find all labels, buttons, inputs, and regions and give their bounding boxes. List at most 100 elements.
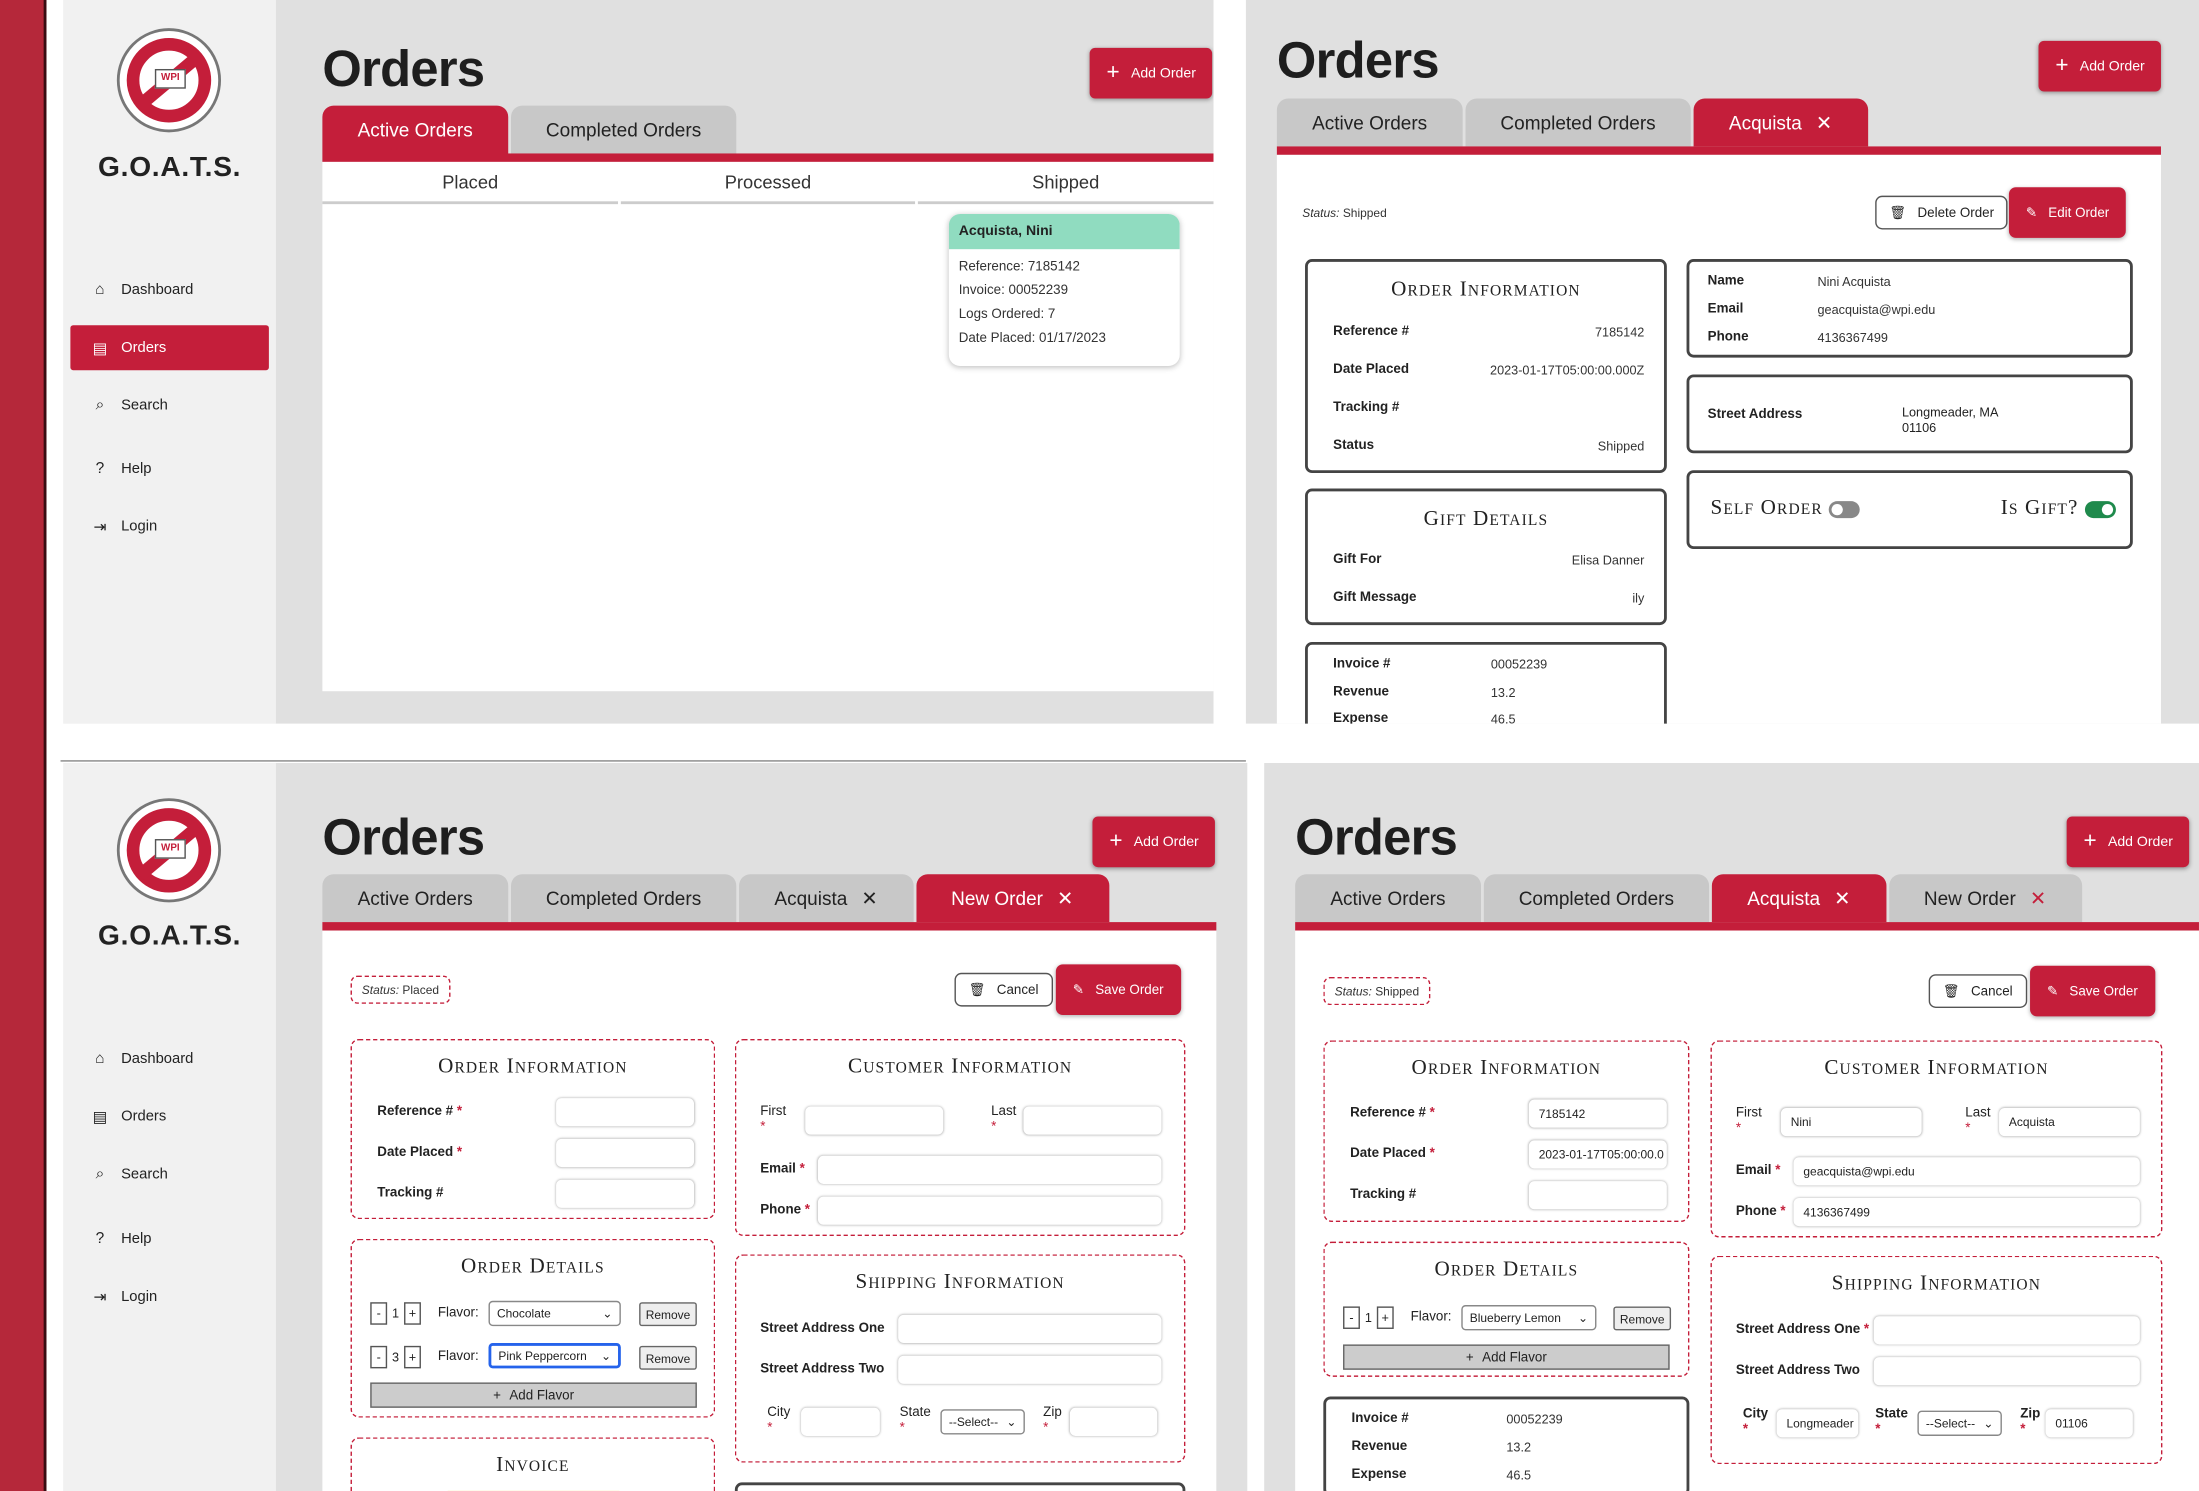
tab-active-orders[interactable]: Active Orders (1295, 874, 1481, 923)
home-icon: ⌂ (95, 281, 105, 299)
remove-flavor-button[interactable]: Remove (1613, 1306, 1672, 1331)
trash-icon: 🗑 (1942, 983, 1960, 999)
is-gift-toggle[interactable] (2084, 500, 2116, 518)
pencil-icon: ✎ (2046, 983, 2059, 999)
order-card[interactable]: Acquista, Nini Reference: 7185142 Invoic… (948, 213, 1180, 367)
tab-bar: Active Orders Completed Orders Acquista ✕… (322, 874, 1109, 923)
gift-details-box: Gift Details Gift For Elisa Danner Gift M… (1305, 488, 1667, 626)
self-order-toggle[interactable] (1829, 500, 1861, 518)
tab-new-order[interactable]: New Order ✕ (1888, 874, 2082, 923)
tracking-input[interactable] (556, 1179, 695, 1208)
save-order-button[interactable]: ✎ Save Order (1055, 964, 1181, 1016)
street-address-two-input[interactable] (898, 1355, 1162, 1384)
first-name-input[interactable] (805, 1106, 944, 1135)
edit-order-button[interactable]: ✎ Edit Order (2008, 187, 2127, 238)
sidebar-item-search[interactable]: ⌕ Search (70, 383, 268, 428)
chevron-down-icon: ⌄ (1006, 1414, 1017, 1429)
add-order-button[interactable]: + Add Order (2038, 40, 2162, 92)
login-icon: ⇥ (93, 1288, 107, 1306)
tab-new-order[interactable]: New Order ✕ (915, 874, 1109, 923)
chevron-down-icon: ⌄ (1983, 1415, 1994, 1430)
column-header-processed: Processed (620, 162, 916, 205)
date-placed-input[interactable]: 2023-01-17T05:00:00.0 (1528, 1140, 1667, 1169)
tab-acquista[interactable]: Acquista ✕ (739, 874, 914, 923)
email-input[interactable]: geacquista@wpi.edu (1793, 1157, 2140, 1186)
sidebar-item-help[interactable]: ? Help (70, 446, 268, 491)
tab-completed-orders[interactable]: Completed Orders (1483, 874, 1710, 923)
panel-active-orders: WPI G.O.A.T.S. ⌂ Dashboard ▤ Orders ⌕ Searc… (63, 0, 1214, 724)
street-address-one-input[interactable] (1873, 1316, 2140, 1345)
street-address-two-input[interactable] (1873, 1357, 2140, 1386)
section-title: Order Information (438, 1055, 628, 1079)
tracking-input[interactable] (1528, 1181, 1667, 1210)
add-flavor-button[interactable]: + Add Flavor (1343, 1344, 1670, 1370)
add-flavor-button[interactable]: + Add Flavor (370, 1382, 697, 1408)
sidebar-item-dashboard[interactable]: ⌂ Dashboard (70, 267, 268, 312)
close-icon[interactable]: ✕ (1816, 111, 1833, 135)
email-input[interactable] (817, 1155, 1162, 1184)
add-order-button[interactable]: + Add Order (2066, 816, 2190, 868)
cancel-button[interactable]: 🗑 Cancel (954, 972, 1053, 1007)
delete-order-button[interactable]: 🗑 Delete Order (1875, 195, 2009, 230)
cancel-button[interactable]: 🗑 Cancel (1928, 974, 2027, 1008)
column-header-placed: Placed (322, 162, 619, 205)
tab-bar: Active Orders Completed Orders Acquista ✕ (1276, 98, 1868, 147)
reference-input[interactable] (556, 1098, 695, 1127)
brand-name: G.O.A.T.S. (98, 152, 242, 184)
shipping-information-section: Shipping Information Street Address One … (734, 1254, 1186, 1463)
add-order-button[interactable]: + Add Order (1092, 816, 1216, 868)
status-indicator: Status: Shipped (1323, 977, 1431, 1006)
pencil-icon: ✎ (2025, 204, 2038, 221)
tab-completed-orders[interactable]: Completed Orders (1465, 98, 1691, 147)
quantity-stepper[interactable]: -1 + (1343, 1306, 1394, 1329)
tab-active-orders[interactable]: Active Orders (1276, 98, 1463, 147)
reference-input[interactable]: 7185142 (1528, 1099, 1667, 1128)
tab-active-orders[interactable]: Active Orders (322, 874, 508, 923)
first-name-input[interactable]: Nini (1780, 1107, 1922, 1137)
tab-completed-orders[interactable]: Completed Orders (510, 874, 737, 923)
zip-input[interactable]: 01106 (2045, 1409, 2133, 1438)
quantity-stepper[interactable]: -1 + (370, 1302, 421, 1325)
flavor-select[interactable]: Pink Peppercorn ⌄ (488, 1343, 621, 1369)
close-icon[interactable]: ✕ (1834, 886, 1851, 910)
tab-completed-orders[interactable]: Completed Orders (510, 105, 737, 154)
close-icon[interactable]: ✕ (861, 886, 878, 910)
save-order-button[interactable]: ✎ Save Order (2030, 965, 2155, 1017)
add-order-button[interactable]: + Add Order (1089, 47, 1213, 99)
sidebar-item-help[interactable]: ? Help (70, 1216, 268, 1261)
zip-input[interactable] (1069, 1407, 1158, 1436)
sidebar-item-orders[interactable]: ▤ Orders (70, 1094, 268, 1139)
tab-acquista[interactable]: Acquista ✕ (1693, 98, 1868, 147)
chevron-down-icon: ⌄ (1577, 1309, 1588, 1325)
close-icon[interactable]: ✕ (1057, 886, 1074, 910)
quantity-stepper[interactable]: -3 + (370, 1345, 421, 1369)
city-input[interactable] (801, 1407, 880, 1436)
street-address-one-input[interactable] (898, 1314, 1162, 1344)
remove-flavor-button[interactable]: Remove (639, 1345, 697, 1370)
last-name-input[interactable]: Acquista (1999, 1107, 2140, 1137)
state-select[interactable]: --Select-- ⌄ (940, 1409, 1025, 1435)
remove-flavor-button[interactable]: Remove (639, 1302, 697, 1327)
sidebar-item-login[interactable]: ⇥ Login (70, 1274, 268, 1319)
state-select[interactable]: --Select-- ⌄ (1917, 1410, 2002, 1436)
tab-underline (322, 922, 1217, 931)
sidebar-item-login[interactable]: ⇥ Login (70, 504, 268, 549)
column-header-shipped: Shipped (917, 162, 1214, 205)
phone-input[interactable] (817, 1196, 1162, 1225)
tab-acquista[interactable]: Acquista ✕ (1711, 874, 1886, 923)
date-placed-input[interactable] (556, 1138, 695, 1168)
brand-name: G.O.A.T.S. (98, 920, 242, 952)
close-icon[interactable]: ✕ (2030, 886, 2047, 910)
flavor-select[interactable]: Chocolate ⌄ (488, 1300, 621, 1327)
phone-input[interactable]: 4136367499 (1793, 1198, 2140, 1227)
sidebar-item-search[interactable]: ⌕ Search (70, 1152, 268, 1197)
city-input[interactable]: Longmeader (1776, 1409, 1859, 1438)
page-title: Orders (1295, 808, 1458, 866)
sidebar-item-orders[interactable]: ▤ Orders (70, 325, 269, 371)
panel-edit-order: Orders + Add Order Active Orders Complete… (1264, 763, 2199, 1491)
flavor-select[interactable]: Blueberry Lemon ⌄ (1461, 1305, 1597, 1331)
sidebar-item-dashboard[interactable]: ⌂ Dashboard (70, 1036, 268, 1081)
section-title: Order Details (460, 1255, 605, 1279)
last-name-input[interactable] (1023, 1106, 1162, 1135)
tab-active-orders[interactable]: Active Orders (322, 105, 508, 154)
